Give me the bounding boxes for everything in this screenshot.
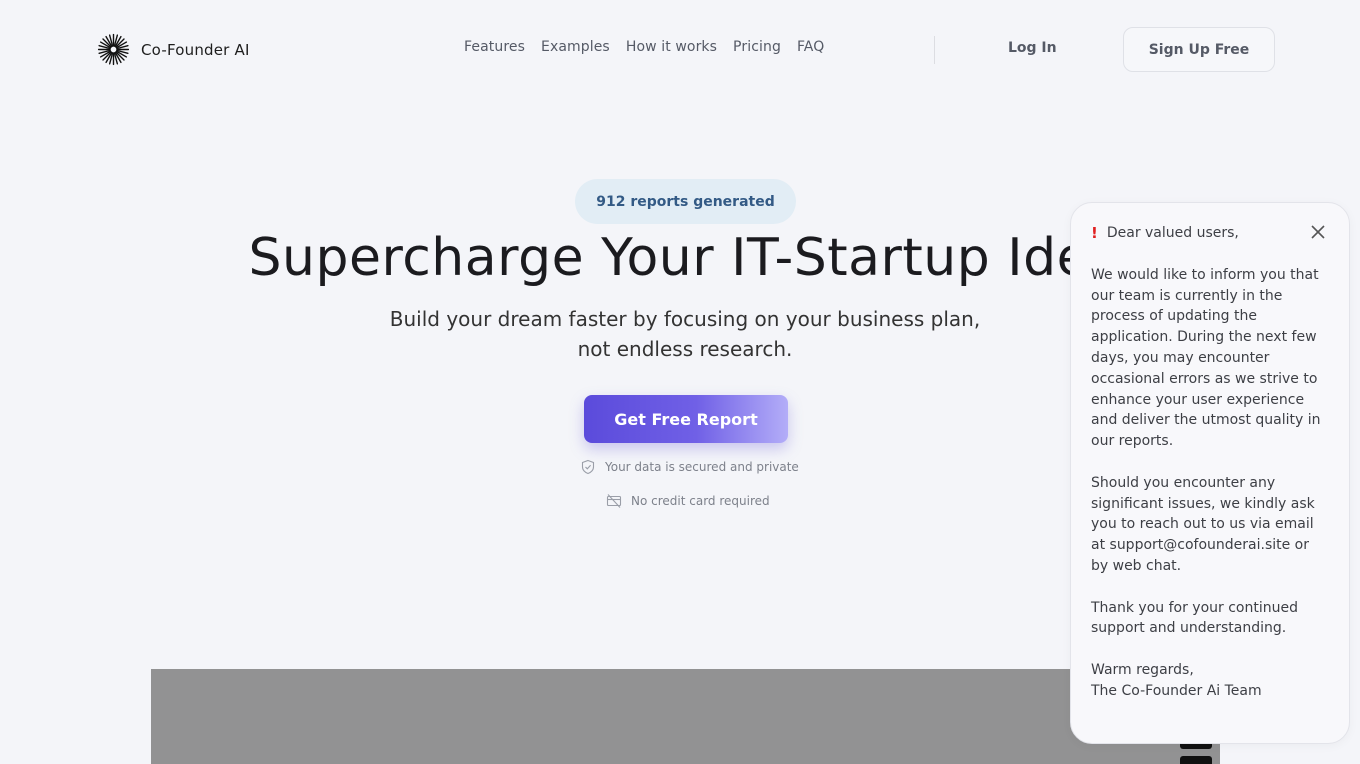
- notice-paragraph: Should you encounter any significant iss…: [1091, 474, 1315, 574]
- signup-button[interactable]: Sign Up Free: [1123, 27, 1275, 72]
- header-divider: [934, 36, 935, 64]
- notice-paragraph: Thank you for your continued support and…: [1091, 599, 1298, 637]
- get-free-report-button[interactable]: Get Free Report: [584, 395, 788, 443]
- no-credit-card-icon: [606, 494, 622, 508]
- login-link[interactable]: Log In: [1008, 40, 1057, 56]
- no-credit-card-text: No credit card required: [631, 494, 770, 508]
- app-preview-image: [151, 669, 1220, 764]
- notice-greeting: Dear valued users,: [1106, 225, 1239, 241]
- notice-header: ! Dear valued users,: [1091, 223, 1329, 244]
- data-secured-text: Your data is secured and private: [605, 460, 799, 474]
- notice-signoff: Warm regards, The Co-Founder Ai Team: [1091, 660, 1329, 702]
- brand-name: Co-Founder AI: [141, 40, 250, 59]
- subheadline-line-1: Build your dream faster by focusing on y…: [389, 307, 981, 331]
- sunburst-logo-icon: [97, 33, 130, 66]
- nav-examples[interactable]: Examples: [541, 39, 610, 55]
- nav-how-it-works[interactable]: How it works: [626, 39, 717, 55]
- hero-subheadline: Build your dream faster by focusing on y…: [380, 304, 990, 364]
- maintenance-notice-popup: ! Dear valued users, We would like to in…: [1070, 202, 1350, 744]
- nav-faq[interactable]: FAQ: [797, 39, 824, 55]
- brand-logo[interactable]: Co-Founder AI: [96, 32, 250, 67]
- shield-check-icon: [581, 459, 595, 475]
- notice-paragraph: We would like to inform you that our tea…: [1091, 266, 1321, 450]
- signoff-line-1: Warm regards,: [1091, 661, 1194, 678]
- site-header: Co-Founder AI Features Examples How it w…: [0, 0, 1360, 98]
- nav-features[interactable]: Features: [464, 39, 525, 55]
- close-icon[interactable]: [1309, 223, 1327, 241]
- signoff-line-2: The Co-Founder Ai Team: [1091, 682, 1262, 699]
- nav-pricing[interactable]: Pricing: [733, 39, 781, 55]
- subheadline-line-2: not endless research.: [577, 337, 793, 361]
- reports-count-badge: 912 reports generated: [575, 179, 796, 224]
- preview-control: [1180, 756, 1212, 764]
- data-secured-note: Your data is secured and private: [580, 459, 799, 475]
- alert-icon: !: [1091, 224, 1098, 242]
- main-nav: Features Examples How it works Pricing F…: [464, 39, 824, 55]
- no-credit-card-note: No credit card required: [606, 493, 770, 509]
